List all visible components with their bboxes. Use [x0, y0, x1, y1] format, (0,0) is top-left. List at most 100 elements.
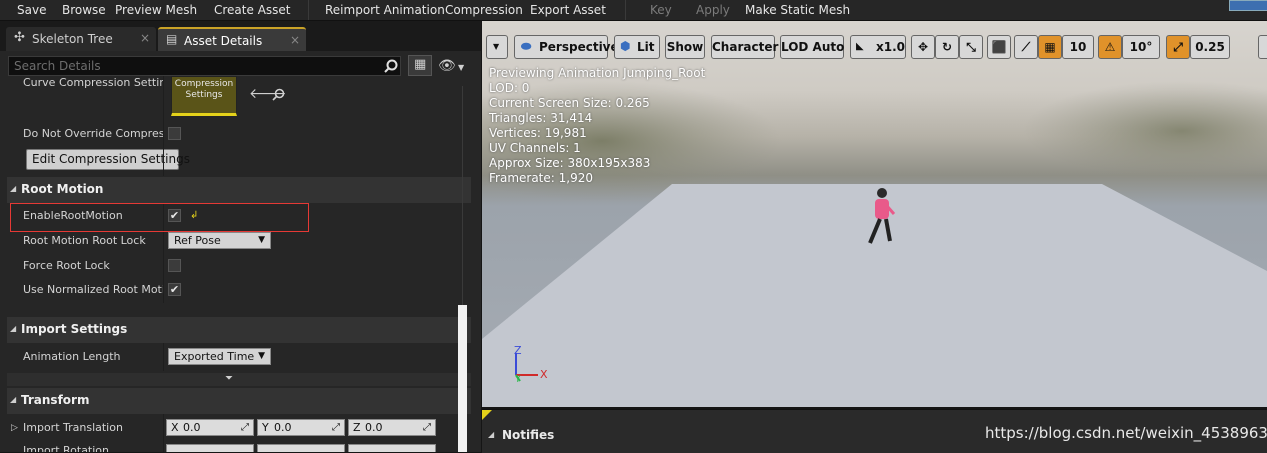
world-local-button[interactable]: ⬛: [987, 35, 1011, 59]
rotation-z-field[interactable]: [348, 444, 436, 452]
translation-y-value: 0.0: [274, 421, 292, 434]
collapse-triangle-icon: ◢: [10, 324, 17, 333]
surface-snap-button[interactable]: ⟋: [1014, 35, 1038, 59]
import-settings-category[interactable]: ◢ Import Settings: [7, 317, 471, 343]
translate-icon: ✥: [917, 40, 929, 54]
browse-search-icon[interactable]: [272, 88, 285, 101]
scrollbar-thumb[interactable]: [458, 305, 467, 452]
reimport-animation-button[interactable]: Reimport Animation: [325, 3, 445, 17]
speed-icon: ◣: [856, 41, 864, 52]
close-icon[interactable]: ×: [140, 27, 150, 49]
translation-x-field[interactable]: X 0.0 ⤢: [166, 419, 254, 436]
advanced-expander[interactable]: ⏷: [7, 373, 471, 386]
dropdown-arrow-icon: ▼: [258, 351, 265, 361]
grid-snap-toggle[interactable]: ▦: [1038, 35, 1062, 59]
grid-list-icon: ▦: [414, 57, 427, 72]
toolbar-separator: [625, 0, 626, 20]
axis-x-label: X: [171, 421, 179, 434]
notifies-panel: ◢ Notifies https://blog.csdn.net/weixin_…: [482, 409, 1267, 453]
grid-snap-value[interactable]: 10: [1062, 35, 1094, 59]
grid-snap-label: 10: [1069, 40, 1087, 54]
cube-icon: ⬛: [991, 40, 1007, 54]
transform-category[interactable]: ◢ Transform: [7, 388, 471, 414]
surface-snap-icon: ⟋: [1021, 40, 1031, 54]
close-icon[interactable]: ×: [290, 29, 300, 51]
compression-settings-thumbnail[interactable]: Compression Settings: [171, 76, 237, 116]
notifies-title: Notifies: [502, 428, 555, 442]
rotate-mode-button[interactable]: ↻: [935, 35, 959, 59]
maximize-viewport-button[interactable]: [1258, 35, 1267, 59]
lit-button[interactable]: ⬢ Lit: [614, 35, 660, 59]
search-input[interactable]: Search Details: [8, 56, 401, 76]
character-label: Character: [712, 40, 779, 54]
tab-skeleton-tree[interactable]: ✣ Skeleton Tree ×: [6, 27, 156, 51]
collapse-triangle-icon: ◢: [10, 395, 17, 404]
tab-asset-details-label: Asset Details: [184, 34, 263, 48]
stat-vertices: Vertices: 19,981: [489, 126, 587, 140]
viewport-options-button[interactable]: ▼: [486, 35, 508, 59]
drag-icon: ⤢: [423, 422, 431, 433]
import-translation-label: Import Translation: [23, 421, 123, 434]
lod-button[interactable]: LOD Auto: [780, 35, 844, 59]
perspective-icon: ⬬: [521, 39, 532, 53]
stat-triangles: Triangles: 31,414: [489, 111, 593, 125]
edit-compression-settings-button[interactable]: Edit Compression Settings: [26, 149, 190, 170]
view-options-button[interactable]: ▦: [408, 55, 432, 76]
floor-plane: [482, 184, 1267, 407]
eye-icon[interactable]: 👁: [438, 58, 456, 74]
use-normalized-checkbox[interactable]: ✔: [168, 283, 181, 296]
browse-button[interactable]: Browse: [62, 3, 106, 17]
rotation-x-field[interactable]: [166, 444, 254, 452]
playback-speed-button[interactable]: ◣ x1.0: [850, 35, 906, 59]
translation-x-value: 0.0: [183, 421, 201, 434]
column-divider: [163, 343, 164, 371]
character-button[interactable]: Character: [711, 35, 779, 59]
compression-button[interactable]: Compression: [445, 3, 523, 17]
details-panel: Search Details ▦ 👁 ▼ Curve Compression S…: [0, 51, 481, 452]
tab-skeleton-tree-label: Skeleton Tree: [32, 32, 113, 46]
rotation-snap-value[interactable]: 10°: [1122, 35, 1160, 59]
rotation-snap-toggle[interactable]: ⚠: [1098, 35, 1122, 59]
root-lock-label: Root Motion Root Lock: [23, 234, 146, 247]
toolbar-thumbnail[interactable]: [1229, 0, 1267, 11]
stat-approx-size: Approx Size: 380x195x383: [489, 156, 651, 170]
create-asset-button[interactable]: Create Asset: [214, 3, 291, 17]
chevron-down-icon[interactable]: ▼: [458, 60, 464, 76]
drag-icon: ⤢: [241, 422, 249, 433]
collapse-triangle-icon[interactable]: ◢: [488, 430, 494, 439]
rotate-icon: ↻: [941, 40, 953, 54]
highlight-box: [10, 203, 309, 232]
viewport[interactable]: ▼ ⬬ Perspective ⬢ Lit Show Character LOD…: [482, 21, 1267, 407]
perspective-button[interactable]: ⬬ Perspective: [514, 35, 619, 59]
expand-right-icon[interactable]: ▷: [11, 420, 18, 436]
make-static-mesh-button[interactable]: Make Static Mesh: [745, 3, 850, 17]
scale-snap-value[interactable]: 0.25: [1190, 35, 1230, 59]
axis-y-label: Y: [262, 421, 269, 434]
rotation-y-field[interactable]: [257, 444, 345, 452]
animation-length-combo[interactable]: Exported Time ▼: [168, 348, 271, 365]
scale-snap-toggle[interactable]: ⤢: [1166, 35, 1190, 59]
save-button[interactable]: Save: [17, 3, 46, 17]
preview-mesh-button[interactable]: Preview Mesh: [115, 3, 197, 17]
scale-mode-button[interactable]: ⤡: [959, 35, 983, 59]
animation-length-label: Animation Length: [23, 350, 121, 363]
show-button[interactable]: Show: [665, 35, 705, 59]
animation-length-value: Exported Time: [174, 350, 255, 363]
translation-y-field[interactable]: Y 0.0 ⤢: [257, 419, 345, 436]
drag-icon: ⤢: [332, 422, 340, 433]
translate-mode-button[interactable]: ✥: [911, 35, 935, 59]
export-asset-button[interactable]: Export Asset: [530, 3, 606, 17]
import-rotation-vector: [166, 444, 446, 452]
stat-lod: LOD: 0: [489, 81, 530, 95]
root-motion-category[interactable]: ◢ Root Motion: [7, 177, 471, 203]
force-root-lock-checkbox[interactable]: [168, 259, 181, 272]
root-lock-value: Ref Pose: [174, 234, 221, 247]
key-button[interactable]: Key: [650, 3, 672, 17]
do-not-override-checkbox[interactable]: [168, 127, 181, 140]
translation-z-field[interactable]: Z 0.0 ⤢: [348, 419, 436, 436]
tab-asset-details[interactable]: ▤ Asset Details ×: [158, 27, 306, 53]
translation-z-value: 0.0: [365, 421, 383, 434]
apply-button[interactable]: Apply: [696, 3, 730, 17]
root-lock-combo[interactable]: Ref Pose ▼: [168, 232, 271, 249]
angle-icon: ⚠: [1104, 40, 1116, 54]
